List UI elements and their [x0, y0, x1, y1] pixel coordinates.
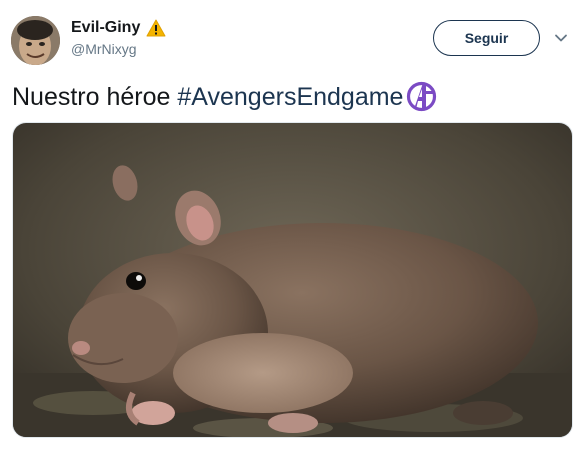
author-names: Evil-Giny @MrNixyg	[71, 18, 166, 58]
tweet-media-photo[interactable]	[12, 122, 573, 438]
avatar[interactable]	[11, 16, 60, 65]
tweet-text: Nuestro héroe #AvengersEndgame	[12, 80, 438, 113]
author-display-name-row[interactable]: Evil-Giny	[71, 18, 166, 38]
rat-photo	[13, 123, 572, 437]
chevron-down-icon[interactable]	[554, 31, 568, 45]
tweet-header: Evil-Giny @MrNixyg Seguir	[11, 14, 577, 65]
follow-button[interactable]: Seguir	[433, 20, 540, 56]
author-handle[interactable]: @MrNixyg	[71, 40, 166, 58]
author-display-name[interactable]: Evil-Giny	[71, 18, 140, 38]
avengers-logo-icon	[405, 80, 438, 113]
tweet-text-prefix: Nuestro héroe	[12, 82, 178, 111]
warning-icon	[146, 19, 166, 37]
hashtag-link[interactable]: #AvengersEndgame	[177, 81, 403, 113]
